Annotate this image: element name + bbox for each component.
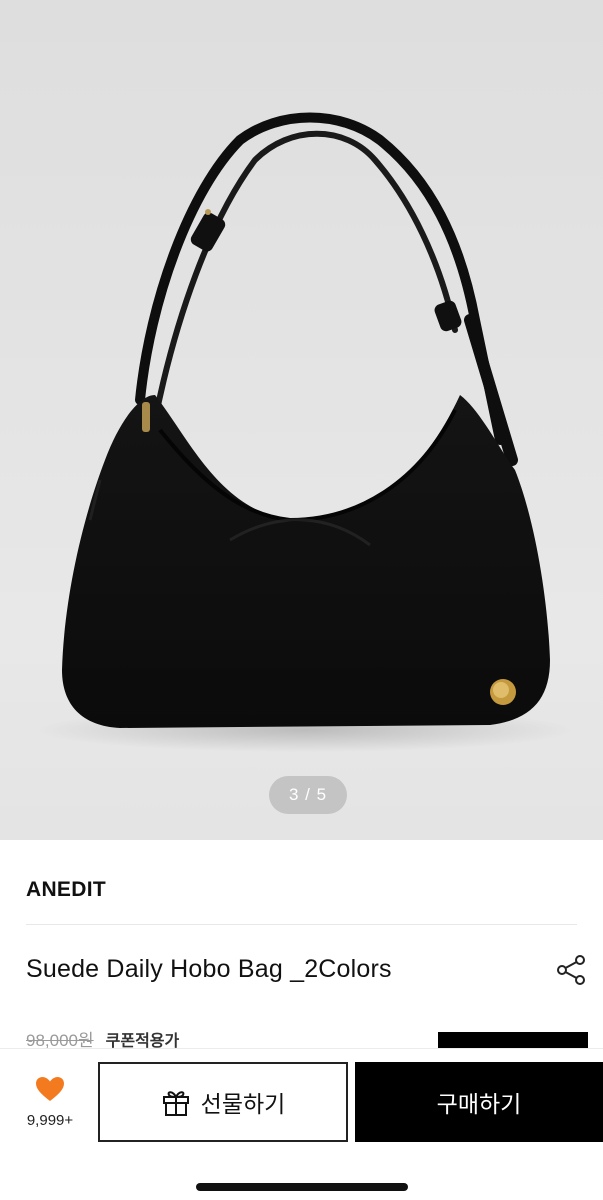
image-pager: 3 / 5 <box>269 776 347 814</box>
buy-button-label: 구매하기 <box>436 1092 522 1118</box>
product-title: Suede Daily Hobo Bag _2Colors <box>26 955 392 983</box>
home-indicator <box>196 1183 408 1191</box>
divider <box>26 924 577 925</box>
like-button[interactable]: 9,999+ <box>14 1076 86 1142</box>
buy-button[interactable]: 구매하기 <box>355 1062 603 1142</box>
share-button[interactable] <box>553 952 589 988</box>
gift-button-label: 선물하기 <box>200 1092 286 1118</box>
gift-button[interactable]: 선물하기 <box>98 1062 348 1142</box>
share-icon <box>557 955 585 985</box>
brand-name[interactable]: ANEDIT <box>26 878 106 902</box>
like-count: 9,999+ <box>26 1112 74 1129</box>
heart-icon <box>36 1077 64 1101</box>
gift-icon <box>162 1091 189 1116</box>
product-image[interactable]: 3 / 5 <box>0 0 603 840</box>
bag-illustration <box>35 112 575 752</box>
